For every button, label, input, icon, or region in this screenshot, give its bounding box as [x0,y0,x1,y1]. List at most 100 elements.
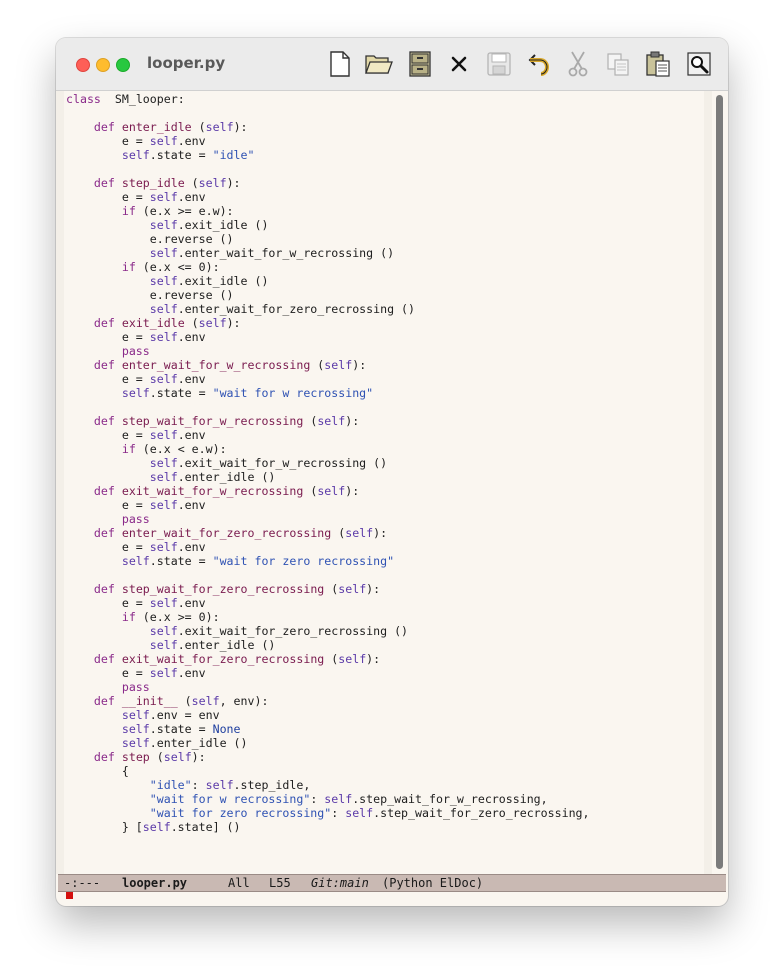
code-line[interactable]: e.reverse () [66,232,590,246]
code-line[interactable]: def exit_wait_for_w_recrossing (self): [66,484,590,498]
code-line[interactable]: self.enter_idle () [66,470,590,484]
code-token: __init__ [121,694,178,708]
scrollbar-thumb[interactable] [716,95,723,869]
code-line[interactable]: self.exit_idle () [66,274,590,288]
code-line[interactable] [66,162,590,176]
code-text[interactable]: class SM_looper: def enter_idle (self): … [66,92,590,834]
minimize-window-button[interactable] [96,58,110,72]
code-line[interactable]: def exit_wait_for_zero_recrossing (self)… [66,652,590,666]
code-token: .env [177,428,206,442]
code-token: ): [366,652,381,666]
code-line[interactable]: e = self.env [66,372,590,386]
vertical-scrollbar[interactable] [714,91,726,874]
code-line[interactable]: e.reverse () [66,288,590,302]
code-line[interactable] [66,568,590,582]
code-token: ): [226,176,241,190]
code-token: def [93,316,115,330]
code-line[interactable]: class SM_looper: [66,92,590,106]
code-token: if [121,442,136,456]
code-token: None [212,722,241,736]
code-token: .env [177,666,206,680]
code-line[interactable]: if (e.x >= e.w): [66,204,590,218]
dired-button[interactable] [406,50,434,78]
code-line[interactable]: def enter_wait_for_zero_recrossing (self… [66,526,590,540]
code-line[interactable]: e = self.env [66,498,590,512]
code-line[interactable]: "idle": self.step_idle, [66,778,590,792]
code-token: self [121,722,150,736]
code-line[interactable]: def enter_idle (self): [66,120,590,134]
code-line[interactable]: e = self.env [66,666,590,680]
code-token: .enter_wait_for_w_recrossing () [177,246,395,260]
code-token: ( [331,526,346,540]
code-line[interactable]: def step_wait_for_w_recrossing (self): [66,414,590,428]
code-token: .step_idle, [233,778,311,792]
code-line[interactable]: self.state = "wait for w recrossing" [66,386,590,400]
code-token: .state = [149,722,213,736]
file-cabinet-icon [409,51,431,77]
code-line[interactable]: self.state = "idle" [66,148,590,162]
code-line[interactable]: { [66,764,590,778]
code-line[interactable] [66,106,590,120]
code-line[interactable]: def __init__ (self, env): [66,694,590,708]
code-line[interactable]: def exit_idle (self): [66,316,590,330]
code-line[interactable]: } [self.state] () [66,820,590,834]
paste-button[interactable] [644,50,672,78]
code-line[interactable]: self.exit_idle () [66,218,590,232]
code-line[interactable]: "wait for zero recrossing": self.step_wa… [66,806,590,820]
code-line[interactable]: "wait for w recrossing": self.step_wait_… [66,792,590,806]
close-window-button[interactable] [76,58,90,72]
code-line[interactable]: self.enter_idle () [66,638,590,652]
modeline-modes[interactable]: (Python ElDoc) [382,875,483,891]
window-title: looper.py [147,54,226,72]
code-line[interactable]: self.state = "wait for zero recrossing" [66,554,590,568]
modeline-buffer-name[interactable]: looper.py [122,875,187,891]
code-line[interactable]: e = self.env [66,134,590,148]
code-line[interactable]: def step_wait_for_zero_recrossing (self)… [66,582,590,596]
cut-button[interactable] [564,50,592,78]
code-token: e = [66,372,150,386]
code-line[interactable]: e = self.env [66,540,590,554]
zoom-window-button[interactable] [116,58,130,72]
undo-button[interactable] [525,50,553,78]
code-line[interactable]: def step_idle (self): [66,176,590,190]
code-line[interactable]: if (e.x >= 0): [66,610,590,624]
mode-line[interactable]: -:--- looper.py All L55 Git:main (Python… [58,874,726,892]
code-line[interactable]: if (e.x < e.w): [66,442,590,456]
save-button[interactable] [485,50,513,78]
copy-button[interactable] [604,50,632,78]
code-token: e = [66,540,150,554]
code-line[interactable]: pass [66,344,590,358]
code-line[interactable]: e = self.env [66,596,590,610]
modeline-vc-branch[interactable]: Git:main [311,875,369,891]
code-line[interactable]: self.env = env [66,708,590,722]
code-line[interactable]: def step (self): [66,750,590,764]
new-file-button[interactable] [326,50,354,78]
code-token: self [317,414,346,428]
code-line[interactable]: pass [66,680,590,694]
code-line[interactable]: e = self.env [66,428,590,442]
code-token: pass [121,344,150,358]
code-line[interactable]: self.enter_wait_for_zero_recrossing () [66,302,590,316]
code-line[interactable]: self.exit_wait_for_w_recrossing () [66,456,590,470]
code-line[interactable]: self.exit_wait_for_zero_recrossing () [66,624,590,638]
code-line[interactable]: self.state = None [66,722,590,736]
code-line[interactable] [66,400,590,414]
code-token: (e.x < e.w): [135,442,227,456]
code-line[interactable]: self.enter_wait_for_w_recrossing () [66,246,590,260]
code-line[interactable]: e = self.env [66,330,590,344]
search-button[interactable] [685,50,713,78]
buffer-area[interactable]: class SM_looper: def enter_idle (self): … [56,91,728,899]
code-line[interactable]: e = self.env [66,190,590,204]
open-file-button[interactable] [365,50,393,78]
code-line[interactable]: def enter_wait_for_w_recrossing (self): [66,358,590,372]
code-token: self [121,386,150,400]
code-line[interactable]: self.enter_idle () [66,736,590,750]
kill-buffer-button[interactable] [445,50,473,78]
code-line[interactable]: pass [66,512,590,526]
code-token: def [93,414,115,428]
code-line[interactable]: if (e.x <= 0): [66,260,590,274]
